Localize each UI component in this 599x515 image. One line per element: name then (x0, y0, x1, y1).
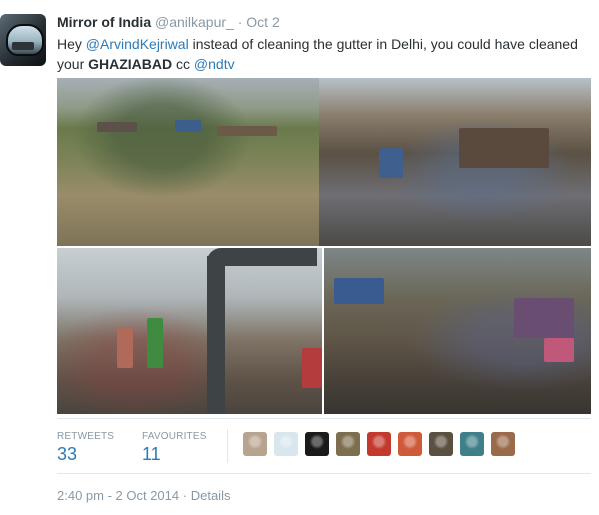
favouriter-avatar[interactable] (367, 432, 391, 456)
author-handle[interactable]: @anilkapur_ (155, 14, 234, 30)
tweet-header: Mirror of India @anilkapur_ · Oct 2 (57, 14, 280, 30)
photo-collage[interactable] (57, 78, 591, 414)
text-segment: Hey (57, 36, 86, 52)
photo-pipe-crowd[interactable] (57, 248, 322, 414)
engagement-stats: RETWEETS 33 FAVOURITES 11 (57, 418, 591, 474)
pipe-graphic (207, 256, 225, 414)
header-separator: · (237, 14, 243, 30)
favouriter-avatar[interactable] (243, 432, 267, 456)
author-name[interactable]: Mirror of India (57, 14, 151, 30)
favourites-label: FAVOURITES (142, 431, 207, 442)
photo-slum-field[interactable] (57, 78, 319, 246)
favouriter-avatar[interactable] (429, 432, 453, 456)
favouriter-avatar[interactable] (491, 432, 515, 456)
text-segment: cc (172, 56, 194, 72)
mention-ndtv[interactable]: @ndtv (194, 56, 235, 72)
side-mirror-icon (6, 24, 44, 56)
text-ghaziabad: GHAZIABAD (88, 56, 173, 72)
tweet-date[interactable]: Oct 2 (246, 14, 279, 30)
retweets-stat[interactable]: RETWEETS 33 (57, 431, 114, 465)
details-link[interactable]: Details (191, 488, 231, 503)
stats-divider (227, 429, 228, 463)
road-graphic (12, 42, 34, 50)
profile-avatar[interactable] (0, 14, 46, 66)
photo-slum-lane[interactable] (324, 248, 591, 414)
favouriter-avatar[interactable] (305, 432, 329, 456)
favouriter-avatar[interactable] (460, 432, 484, 456)
favouriter-avatar[interactable] (274, 432, 298, 456)
favourites-count[interactable]: 11 (142, 444, 207, 465)
tweet-timestamp[interactable]: 2:40 pm - 2 Oct 2014 (57, 488, 179, 503)
tweet-text: Hey @ArvindKejriwal instead of cleaning … (57, 34, 597, 74)
retweets-label: RETWEETS (57, 431, 115, 442)
retweets-count[interactable]: 33 (57, 444, 114, 465)
mention-arvindkejriwal[interactable]: @ArvindKejriwal (86, 36, 189, 52)
tweet-footer: 2:40 pm - 2 Oct 2014 · Details (57, 488, 230, 503)
favouriter-avatar[interactable] (336, 432, 360, 456)
footer-separator: · (182, 488, 188, 503)
favourites-stat[interactable]: FAVOURITES 11 (142, 431, 207, 465)
favouriter-avatar[interactable] (398, 432, 422, 456)
photo-garbage-crowd[interactable] (319, 78, 591, 246)
